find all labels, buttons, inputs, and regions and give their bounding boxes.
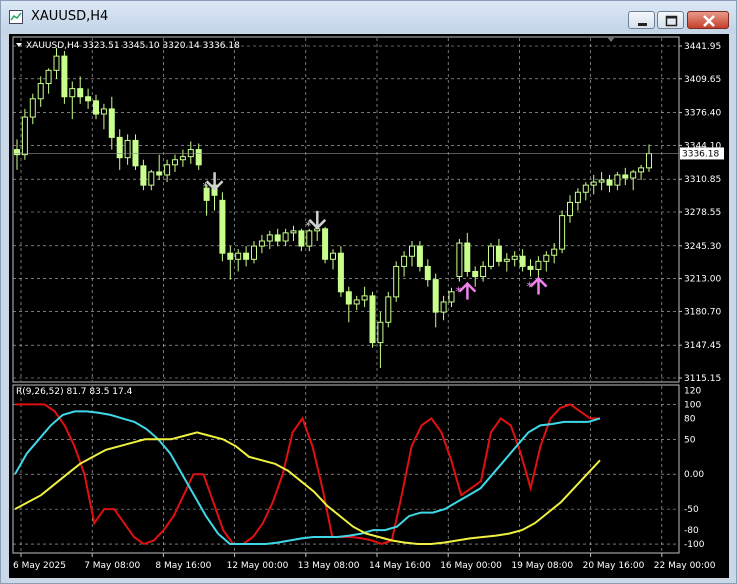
maximize-icon bbox=[665, 15, 678, 27]
chart-app-icon bbox=[9, 10, 23, 24]
price-header: XAUUSD,H4 3323.51 3345.10 3320.14 3336.1… bbox=[26, 41, 240, 51]
time-tick-label: 8 May 16:00 bbox=[155, 561, 211, 571]
chart-window: XAUUSD,H4 XAUUSD,H4 3323.51 3345.10 3320… bbox=[0, 0, 737, 584]
indicator-tick-label: -100 bbox=[684, 540, 705, 550]
svg-text:*: * bbox=[455, 285, 461, 299]
time-tick-label: 20 May 16:00 bbox=[583, 561, 645, 571]
price-tick-label: 3147.45 bbox=[684, 341, 721, 351]
minimize-icon bbox=[638, 23, 647, 26]
price-tick-label: 3213.00 bbox=[684, 275, 721, 285]
indicator-tick-label: 0.00 bbox=[684, 470, 704, 480]
svg-text:*: * bbox=[203, 180, 209, 194]
window-title: XAUUSD,H4 bbox=[31, 9, 109, 24]
time-tick-label: 12 May 00:00 bbox=[227, 561, 289, 571]
price-tick-label: 3115.15 bbox=[684, 374, 721, 384]
candle bbox=[393, 261, 400, 302]
current-price-label: 3336.18 bbox=[682, 149, 719, 159]
time-tick-label: 16 May 00:00 bbox=[440, 561, 502, 571]
minimize-button[interactable] bbox=[628, 11, 655, 29]
candle bbox=[456, 238, 463, 282]
candle bbox=[322, 226, 329, 264]
price-tick-label: 3441.95 bbox=[684, 42, 721, 52]
indicator-header: R(9,26,52) 81.7 83.5 17.4 bbox=[16, 387, 133, 397]
time-tick-label: 6 May 2025 bbox=[13, 561, 66, 571]
time-tick-label: 7 May 08:00 bbox=[84, 561, 140, 571]
candle bbox=[337, 246, 344, 297]
time-tick-label: 22 May 00:00 bbox=[654, 561, 716, 571]
indicator-tick-label: -80 bbox=[684, 526, 699, 536]
candle bbox=[559, 210, 566, 254]
time-tick-label: 13 May 08:00 bbox=[298, 561, 360, 571]
price-tick-label: 3409.65 bbox=[684, 75, 721, 85]
price-tick-label: 3278.55 bbox=[684, 208, 721, 218]
svg-text:*: * bbox=[527, 280, 533, 294]
time-tick-label: 14 May 16:00 bbox=[369, 561, 431, 571]
price-tick-label: 3180.70 bbox=[684, 307, 721, 317]
time-tick-label: 19 May 08:00 bbox=[511, 561, 573, 571]
candle bbox=[385, 291, 392, 328]
close-icon bbox=[703, 15, 715, 27]
price-tick-label: 3245.30 bbox=[684, 242, 721, 252]
candle bbox=[369, 291, 376, 348]
close-button[interactable] bbox=[687, 11, 729, 29]
indicator-tick-label: 80 bbox=[684, 414, 696, 424]
price-tick-label: 3376.40 bbox=[684, 109, 721, 119]
title-bar[interactable]: XAUUSD,H4 bbox=[1, 1, 736, 33]
indicator-tick-label: -50 bbox=[684, 505, 699, 515]
price-tick-label: 3310.85 bbox=[684, 175, 721, 185]
chart-canvas[interactable]: XAUUSD,H4 3323.51 3345.10 3320.14 3336.1… bbox=[9, 34, 729, 578]
indicator-tick-label: 120 bbox=[684, 386, 701, 396]
svg-text:*: * bbox=[305, 219, 311, 233]
candle bbox=[61, 51, 68, 104]
candle bbox=[219, 192, 226, 262]
candle bbox=[488, 243, 494, 270]
indicator-tick-label: 100 bbox=[684, 400, 701, 410]
maximize-button[interactable] bbox=[657, 11, 684, 29]
indicator-tick-label: 50 bbox=[684, 435, 696, 445]
